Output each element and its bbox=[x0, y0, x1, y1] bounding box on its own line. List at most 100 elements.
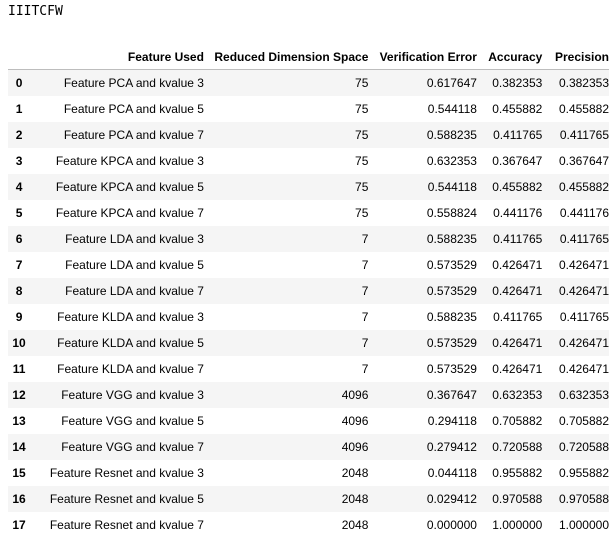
cell-accuracy: 0.705882 bbox=[492, 414, 543, 428]
cell-accuracy: 0.441176 bbox=[493, 206, 543, 220]
table-row: 2 Feature PCA and kvalue 7 75 0.588235 0.411… bbox=[8, 122, 609, 148]
cell-reduced-dimension-space: 7 bbox=[361, 336, 369, 350]
cell-feature-used: Feature PCA and kvalue 5 bbox=[63, 102, 204, 116]
cell-accuracy: 0.426471 bbox=[492, 284, 543, 298]
table-row: 3 Feature KPCA and kvalue 3 75 0.632353 0.36… bbox=[8, 148, 609, 174]
cell-reduced-dimension-space: 75 bbox=[355, 180, 369, 194]
cell-precision: 0.441176 bbox=[559, 206, 609, 220]
cell-feature-used: Feature LDA and kvalue 3 bbox=[65, 232, 204, 246]
cell-accuracy: 0.955882 bbox=[492, 466, 543, 480]
cell-verification-error: 0.617647 bbox=[426, 76, 477, 90]
table-row: 5 Feature KPCA and kvalue 7 75 0.558824 0.44… bbox=[8, 200, 609, 226]
row-index: 2 bbox=[15, 128, 23, 142]
row-index: 13 bbox=[12, 414, 26, 428]
table-row: 15 Feature Resnet and kvalue 3 2048 0.04411… bbox=[8, 460, 609, 486]
column-header-accuracy: Accuracy bbox=[476, 44, 543, 70]
cell-accuracy: 0.970588 bbox=[492, 492, 543, 506]
cell-feature-used: Feature Resnet and kvalue 5 bbox=[49, 492, 204, 506]
cell-precision: 0.455882 bbox=[558, 102, 609, 116]
table-row: 8 Feature LDA and kvalue 7 7 0.573529 0.4264… bbox=[8, 278, 609, 304]
cell-verification-error: 0.558824 bbox=[426, 206, 477, 220]
cell-precision: 0.367647 bbox=[558, 154, 609, 168]
row-index: 14 bbox=[12, 440, 26, 454]
cell-feature-used: Feature Resnet and kvalue 7 bbox=[49, 518, 204, 532]
cell-precision: 0.382353 bbox=[558, 76, 609, 90]
cell-accuracy: 0.367647 bbox=[492, 154, 543, 168]
row-index: 5 bbox=[15, 206, 23, 220]
cell-reduced-dimension-space: 7 bbox=[361, 310, 369, 324]
row-index: 11 bbox=[12, 362, 26, 376]
cell-feature-used: Feature VGG and kvalue 5 bbox=[61, 414, 204, 428]
cell-precision: 0.411765 bbox=[559, 232, 609, 246]
row-index: 10 bbox=[12, 336, 26, 350]
cell-feature-used: Feature VGG and kvalue 7 bbox=[61, 440, 204, 454]
cell-feature-used: Feature KLDA and kvalue 5 bbox=[57, 336, 204, 350]
cell-verification-error: 0.000000 bbox=[426, 518, 477, 532]
cell-reduced-dimension-space: 7 bbox=[361, 362, 369, 376]
cell-feature-used: Feature Resnet and kvalue 3 bbox=[49, 466, 204, 480]
cell-precision: 0.426471 bbox=[558, 258, 609, 272]
cell-precision: 0.632353 bbox=[558, 388, 609, 402]
cell-precision: 0.705882 bbox=[558, 414, 609, 428]
cell-accuracy: 0.426471 bbox=[492, 336, 543, 350]
cell-reduced-dimension-space: 2048 bbox=[341, 466, 369, 480]
column-header-verification-error: Verification Error bbox=[368, 44, 477, 70]
cell-precision: 0.426471 bbox=[558, 284, 609, 298]
cell-feature-used: Feature KPCA and kvalue 3 bbox=[55, 154, 204, 168]
cell-verification-error: 0.279412 bbox=[426, 440, 477, 454]
row-index: 9 bbox=[15, 310, 23, 324]
cell-precision: 0.955882 bbox=[558, 466, 609, 480]
cell-verification-error: 0.294118 bbox=[427, 414, 477, 428]
cell-reduced-dimension-space: 2048 bbox=[341, 492, 369, 506]
cell-precision: 0.411765 bbox=[559, 128, 609, 142]
output-label: IIITCFW bbox=[8, 4, 63, 19]
cell-precision: 0.426471 bbox=[558, 362, 609, 376]
cell-verification-error: 0.573529 bbox=[426, 284, 477, 298]
table-row: 9 Feature KLDA and kvalue 3 7 0.588235 0.411… bbox=[8, 304, 609, 330]
cell-feature-used: Feature VGG and kvalue 3 bbox=[61, 388, 204, 402]
table-row: 7 Feature LDA and kvalue 5 7 0.573529 0.4264… bbox=[8, 252, 609, 278]
column-header-reduced-dimension-space: Reduced Dimension Space bbox=[203, 44, 369, 70]
cell-feature-used: Feature KLDA and kvalue 7 bbox=[57, 362, 204, 376]
cell-verification-error: 0.573529 bbox=[426, 258, 477, 272]
index-header bbox=[8, 44, 31, 70]
cell-reduced-dimension-space: 7 bbox=[361, 284, 369, 298]
table-row: 11 Feature KLDA and kvalue 7 7 0.573529 0.42… bbox=[8, 356, 609, 382]
table-row: 10 Feature KLDA and kvalue 5 7 0.573529 0.42… bbox=[8, 330, 609, 356]
column-header-precision: Precision bbox=[542, 44, 609, 70]
cell-reduced-dimension-space: 4096 bbox=[341, 440, 369, 454]
row-index: 15 bbox=[12, 466, 26, 480]
cell-reduced-dimension-space: 75 bbox=[355, 206, 369, 220]
cell-reduced-dimension-space: 75 bbox=[355, 76, 369, 90]
row-index: 3 bbox=[15, 154, 23, 168]
cell-reduced-dimension-space: 75 bbox=[355, 128, 369, 142]
cell-verification-error: 0.544118 bbox=[427, 180, 477, 194]
cell-precision: 0.426471 bbox=[558, 336, 609, 350]
cell-reduced-dimension-space: 7 bbox=[361, 258, 369, 272]
row-index: 8 bbox=[15, 284, 23, 298]
cell-accuracy: 0.411765 bbox=[493, 310, 543, 324]
table-row: 1 Feature PCA and kvalue 5 75 0.544118 0.455… bbox=[8, 96, 609, 122]
cell-feature-used: Feature KPCA and kvalue 7 bbox=[55, 206, 204, 220]
cell-precision: 1.000000 bbox=[558, 518, 609, 532]
cell-reduced-dimension-space: 75 bbox=[355, 154, 369, 168]
cell-precision: 0.411765 bbox=[559, 310, 609, 324]
cell-accuracy: 0.455882 bbox=[492, 102, 543, 116]
cell-accuracy: 0.426471 bbox=[492, 362, 543, 376]
table-row: 14 Feature VGG and kvalue 7 4096 0.279412 0.… bbox=[8, 434, 609, 460]
cell-accuracy: 0.411765 bbox=[493, 232, 543, 246]
cell-reduced-dimension-space: 7 bbox=[361, 232, 369, 246]
row-index: 6 bbox=[15, 232, 23, 246]
table-body: 0 Feature PCA and kvalue 3 75 0.617647 0.382… bbox=[8, 69, 609, 539]
cell-feature-used: Feature PCA and kvalue 3 bbox=[63, 76, 204, 90]
cell-accuracy: 0.411765 bbox=[493, 128, 543, 142]
cell-feature-used: Feature LDA and kvalue 5 bbox=[65, 258, 204, 272]
cell-precision: 0.455882 bbox=[558, 180, 609, 194]
row-index: 1 bbox=[15, 102, 23, 116]
cell-feature-used: Feature PCA and kvalue 7 bbox=[63, 128, 204, 142]
cell-verification-error: 0.573529 bbox=[426, 362, 477, 376]
cell-accuracy: 0.426471 bbox=[492, 258, 543, 272]
cell-accuracy: 0.720588 bbox=[492, 440, 543, 454]
cell-verification-error: 0.367647 bbox=[426, 388, 477, 402]
cell-verification-error: 0.544118 bbox=[427, 102, 477, 116]
